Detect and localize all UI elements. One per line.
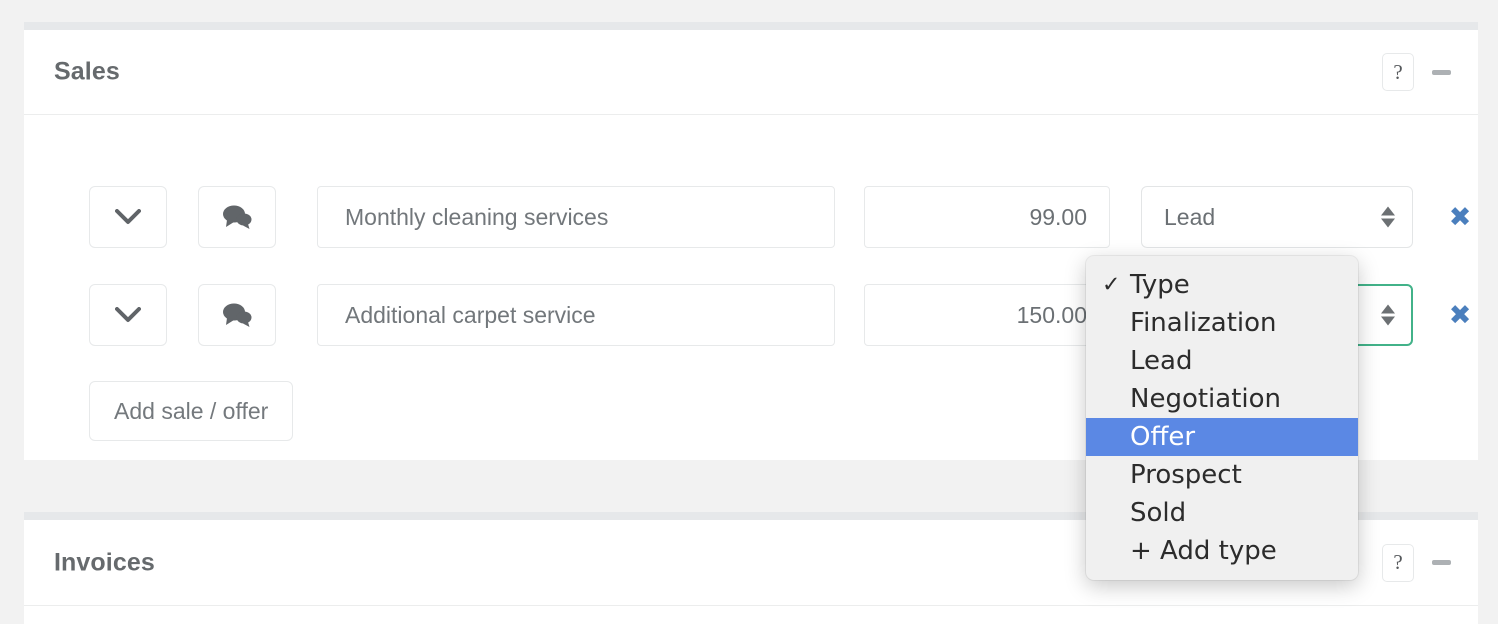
sales-panel-header: Sales ? (24, 30, 1478, 115)
expand-row-button[interactable] (89, 284, 167, 346)
delete-row-button[interactable]: ✖ (1443, 298, 1477, 332)
page-title: Sales (54, 57, 120, 86)
dropdown-item-label: + Add type (1130, 536, 1277, 566)
help-button[interactable]: ? (1382, 543, 1414, 582)
invoices-panel-header-tools: ? (1382, 543, 1452, 582)
minimize-icon (1431, 560, 1451, 565)
sale-type-value: Lead (1164, 203, 1216, 230)
sale-type-select[interactable]: Lead (1141, 186, 1413, 248)
dropdown-item[interactable]: Sold (1086, 494, 1358, 532)
help-button[interactable]: ? (1382, 53, 1414, 91)
sale-type-select-wrapper: Lead (1141, 186, 1413, 248)
dropdown-item-label: Offer (1130, 422, 1196, 452)
dropdown-item[interactable]: Offer (1086, 418, 1358, 456)
sale-type-dropdown-menu[interactable]: ✓ Type Finalization Lead Negotiation Offer Pro… (1086, 256, 1358, 580)
dropdown-item-label: Negotiation (1130, 384, 1282, 414)
sales-panel-header-tools: ? (1382, 53, 1452, 91)
comments-button[interactable] (198, 186, 276, 248)
sale-amount-input[interactable] (864, 186, 1110, 248)
minimize-icon (1431, 69, 1451, 75)
dropdown-item-label: Prospect (1130, 460, 1242, 490)
delete-row-button[interactable]: ✖ (1443, 200, 1477, 234)
minimize-button[interactable] (1430, 544, 1452, 582)
dropdown-item[interactable]: + Add type (1086, 532, 1358, 570)
sale-row: Lead ✖ (24, 186, 1478, 248)
dropdown-item[interactable]: Prospect (1086, 456, 1358, 494)
dropdown-item[interactable]: Negotiation (1086, 380, 1358, 418)
dropdown-item[interactable]: ✓ Type (1086, 266, 1358, 304)
add-sale-offer-button[interactable]: Add sale / offer (89, 381, 294, 441)
comments-icon (223, 205, 252, 229)
page-title: Invoices (54, 548, 155, 576)
sale-amount-input[interactable] (864, 284, 1110, 346)
dropdown-item-label: Type (1130, 270, 1190, 300)
dropdown-item[interactable]: Finalization (1086, 304, 1358, 342)
comments-button[interactable] (198, 284, 276, 346)
comments-icon (223, 303, 252, 327)
expand-row-button[interactable] (89, 186, 167, 248)
sale-description-input[interactable] (317, 186, 835, 248)
chevron-down-icon (115, 209, 141, 224)
dropdown-item-label: Finalization (1130, 308, 1277, 338)
sale-description-input[interactable] (317, 284, 835, 346)
dropdown-item[interactable]: Lead (1086, 342, 1358, 380)
checkmark-icon: ✓ (1102, 272, 1121, 298)
minimize-button[interactable] (1430, 53, 1452, 91)
chevron-down-icon (115, 307, 141, 322)
dropdown-item-label: Sold (1130, 498, 1187, 528)
dropdown-item-label: Lead (1130, 346, 1193, 376)
